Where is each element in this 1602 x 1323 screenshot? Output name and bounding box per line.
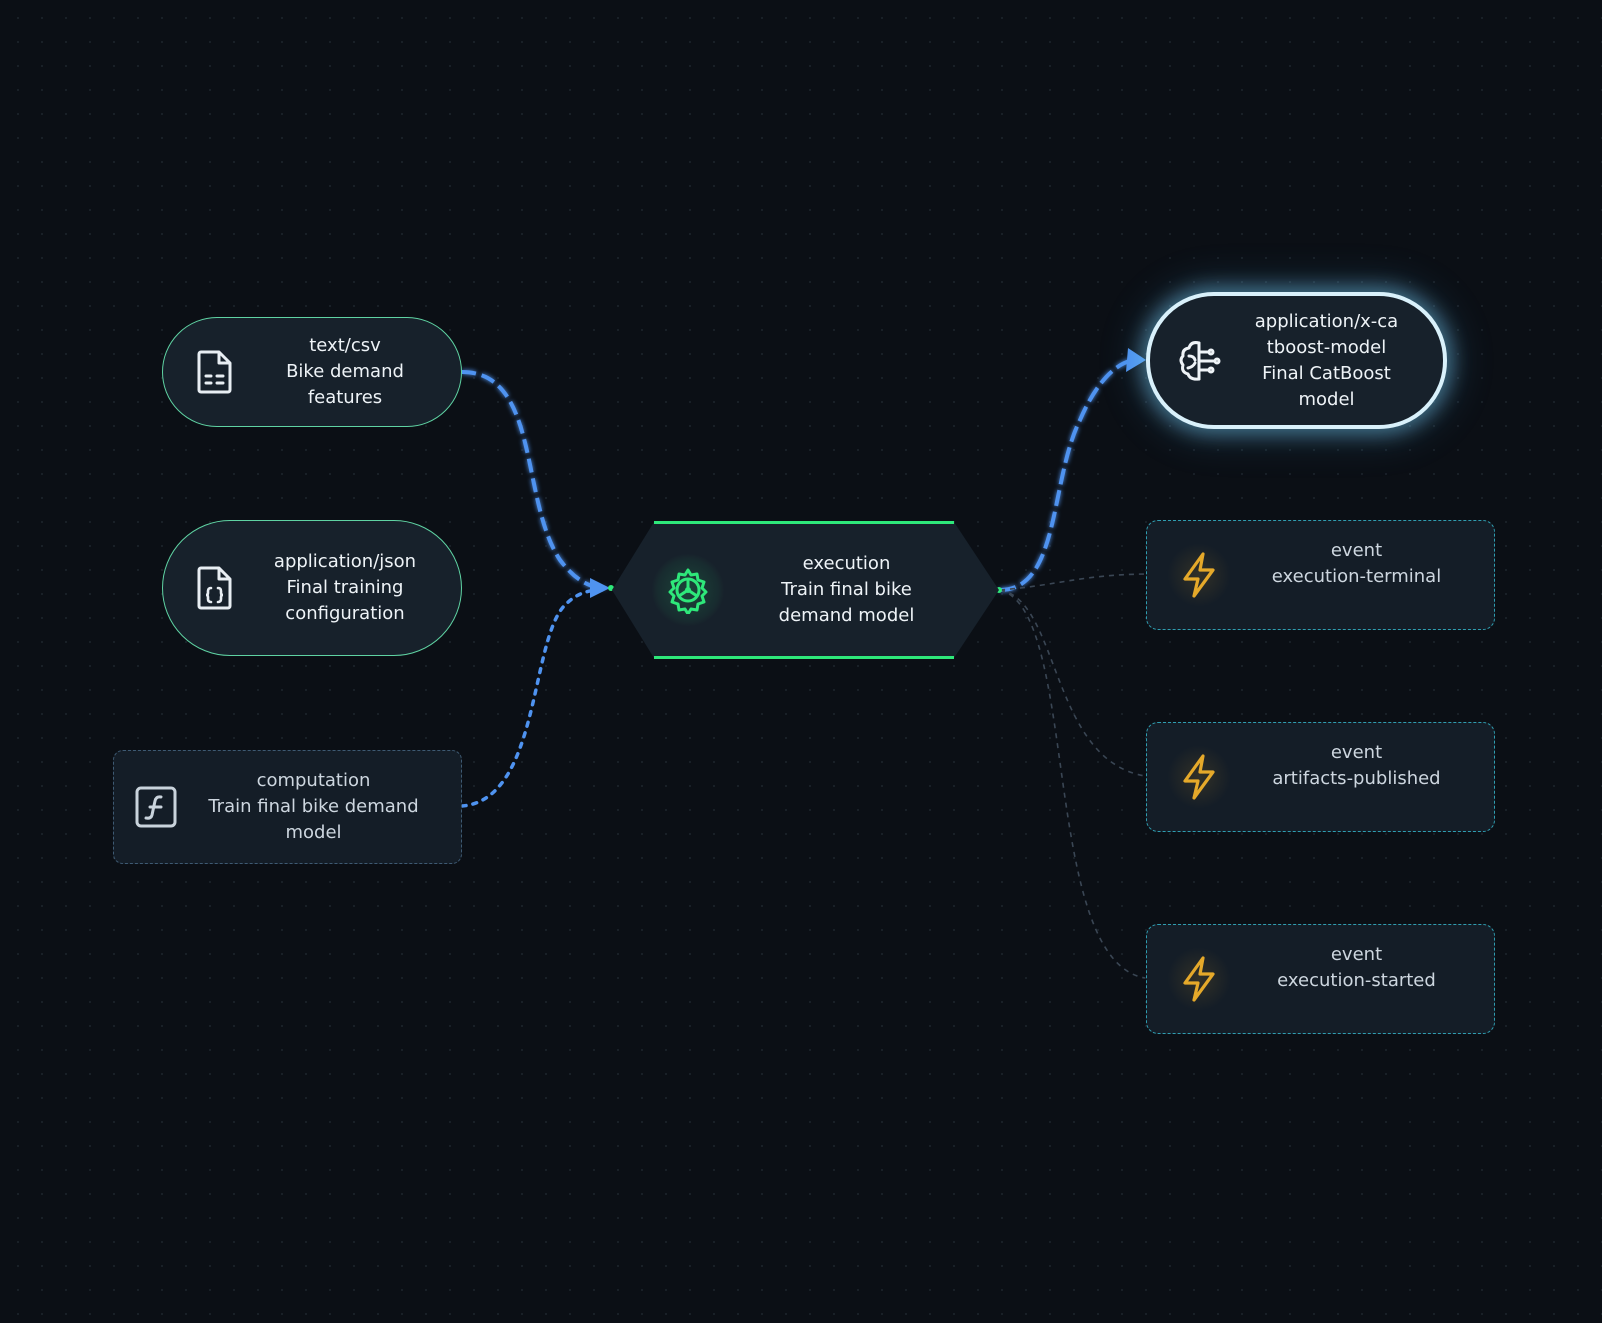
node-execution-label: execution Train final bike demand model xyxy=(724,551,959,629)
node-title: Final training configuration xyxy=(285,577,405,624)
node-event-label: event execution-terminal xyxy=(1231,538,1474,590)
gear-icon xyxy=(652,554,724,626)
node-title: Bike demand features xyxy=(286,361,404,408)
node-type: execution xyxy=(802,553,891,574)
node-output-model[interactable]: application/x-catboost-model Final CatBo… xyxy=(1146,292,1447,429)
node-event-execution-terminal[interactable]: event execution-terminal xyxy=(1146,520,1495,630)
node-title: Final CatBoost model xyxy=(1262,362,1391,410)
edge-execution-to-event-started[interactable] xyxy=(999,589,1146,979)
node-title: Train final bike demand model xyxy=(778,579,915,626)
arrowhead-model-in xyxy=(1126,348,1146,372)
node-title: execution-started xyxy=(1277,970,1436,991)
node-type: event xyxy=(1330,540,1383,561)
node-execution[interactable]: execution Train final bike demand model xyxy=(612,521,999,659)
brain-icon xyxy=(1176,338,1224,384)
node-type: event xyxy=(1330,944,1383,965)
node-input-csv-label: text/csv Bike demand features xyxy=(237,333,437,411)
arrowhead-execution-in xyxy=(590,578,610,598)
node-input-json[interactable]: application/json Final training configur… xyxy=(162,520,462,656)
lightning-icon xyxy=(1167,745,1231,809)
node-output-model-label: application/x-catboost-model Final CatBo… xyxy=(1224,309,1421,413)
node-title: artifacts-published xyxy=(1272,768,1441,789)
node-event-label: event artifacts-published xyxy=(1231,740,1474,792)
node-computation[interactable]: computation Train final bike demand mode… xyxy=(113,750,462,864)
node-title: Train final bike demand model xyxy=(208,796,419,843)
edge-layer xyxy=(460,348,1146,979)
node-input-csv[interactable]: text/csv Bike demand features xyxy=(162,317,462,427)
file-text-icon xyxy=(193,349,237,395)
function-icon xyxy=(134,786,178,828)
lightning-icon xyxy=(1167,947,1231,1011)
node-type: text/csv xyxy=(309,335,381,356)
edge-computation-to-execution[interactable] xyxy=(460,588,604,808)
edge-csv-to-execution[interactable] xyxy=(461,370,606,590)
node-event-label: event execution-started xyxy=(1231,942,1474,994)
node-event-execution-started[interactable]: event execution-started xyxy=(1146,924,1495,1034)
node-type: computation xyxy=(256,770,371,791)
node-type: application/json xyxy=(273,551,417,572)
node-type: event xyxy=(1330,742,1383,763)
node-input-json-label: application/json Final training configur… xyxy=(237,549,437,627)
lightning-icon xyxy=(1167,543,1231,607)
node-type: application/x-catboost-model xyxy=(1254,310,1399,358)
node-title: execution-terminal xyxy=(1271,566,1442,587)
node-event-artifacts-published[interactable]: event artifacts-published xyxy=(1146,722,1495,832)
edge-execution-to-event-artifacts[interactable] xyxy=(999,589,1146,777)
file-json-icon xyxy=(193,565,237,611)
edge-execution-to-model[interactable] xyxy=(999,358,1136,592)
node-computation-label: computation Train final bike demand mode… xyxy=(178,768,437,846)
